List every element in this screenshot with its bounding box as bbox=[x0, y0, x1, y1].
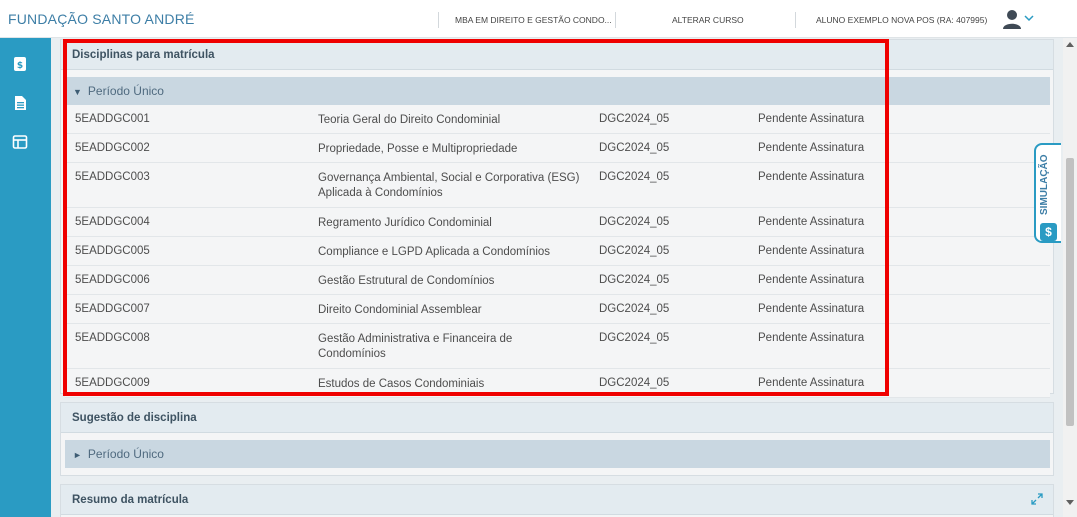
dollar-document-icon[interactable]: $ bbox=[12, 56, 28, 72]
document-icon[interactable] bbox=[12, 95, 28, 111]
top-bar: FUNDAÇÃO SANTO ANDRÉ MBA EM DIREITO E GE… bbox=[0, 0, 1077, 38]
separator bbox=[615, 12, 616, 28]
separator bbox=[438, 12, 439, 28]
svg-text:$: $ bbox=[17, 61, 23, 71]
caret-right-icon: ► bbox=[73, 450, 82, 460]
separator bbox=[795, 12, 796, 28]
change-course-link[interactable]: ALTERAR CURSO bbox=[672, 15, 744, 25]
scroll-up-icon[interactable] bbox=[1066, 42, 1074, 47]
simulation-tab[interactable]: SIMULAÇÃO $ bbox=[1034, 143, 1061, 243]
chevron-down-icon[interactable] bbox=[1024, 14, 1034, 22]
simulation-label: SIMULAÇÃO bbox=[1039, 154, 1050, 215]
dollar-icon: $ bbox=[1040, 223, 1057, 241]
suggestion-panel-title: Sugestão de disciplina bbox=[61, 403, 1053, 433]
brand-logo[interactable]: FUNDAÇÃO SANTO ANDRÉ bbox=[8, 11, 195, 27]
current-course[interactable]: MBA EM DIREITO E GESTÃO CONDO... bbox=[455, 15, 612, 25]
scroll-thumb[interactable] bbox=[1066, 158, 1074, 426]
scrollbar[interactable] bbox=[1063, 38, 1077, 517]
layout-icon[interactable] bbox=[12, 134, 28, 150]
expand-icon[interactable] bbox=[1031, 493, 1043, 505]
period-label: Período Único bbox=[87, 447, 164, 461]
sidebar: $ bbox=[0, 38, 51, 517]
suggestion-period-group-header[interactable]: ► Período Único bbox=[65, 440, 1050, 468]
summary-panel: Resumo da matrícula bbox=[60, 484, 1054, 517]
highlight-box bbox=[63, 39, 889, 396]
user-icon[interactable] bbox=[1002, 9, 1022, 29]
student-name: ALUNO EXEMPLO NOVA POS (RA: 407995) bbox=[816, 15, 988, 25]
scroll-down-icon[interactable] bbox=[1066, 500, 1074, 505]
suggestion-panel: Sugestão de disciplina ► Período Único bbox=[60, 402, 1054, 476]
summary-panel-title: Resumo da matrícula bbox=[61, 485, 1053, 515]
